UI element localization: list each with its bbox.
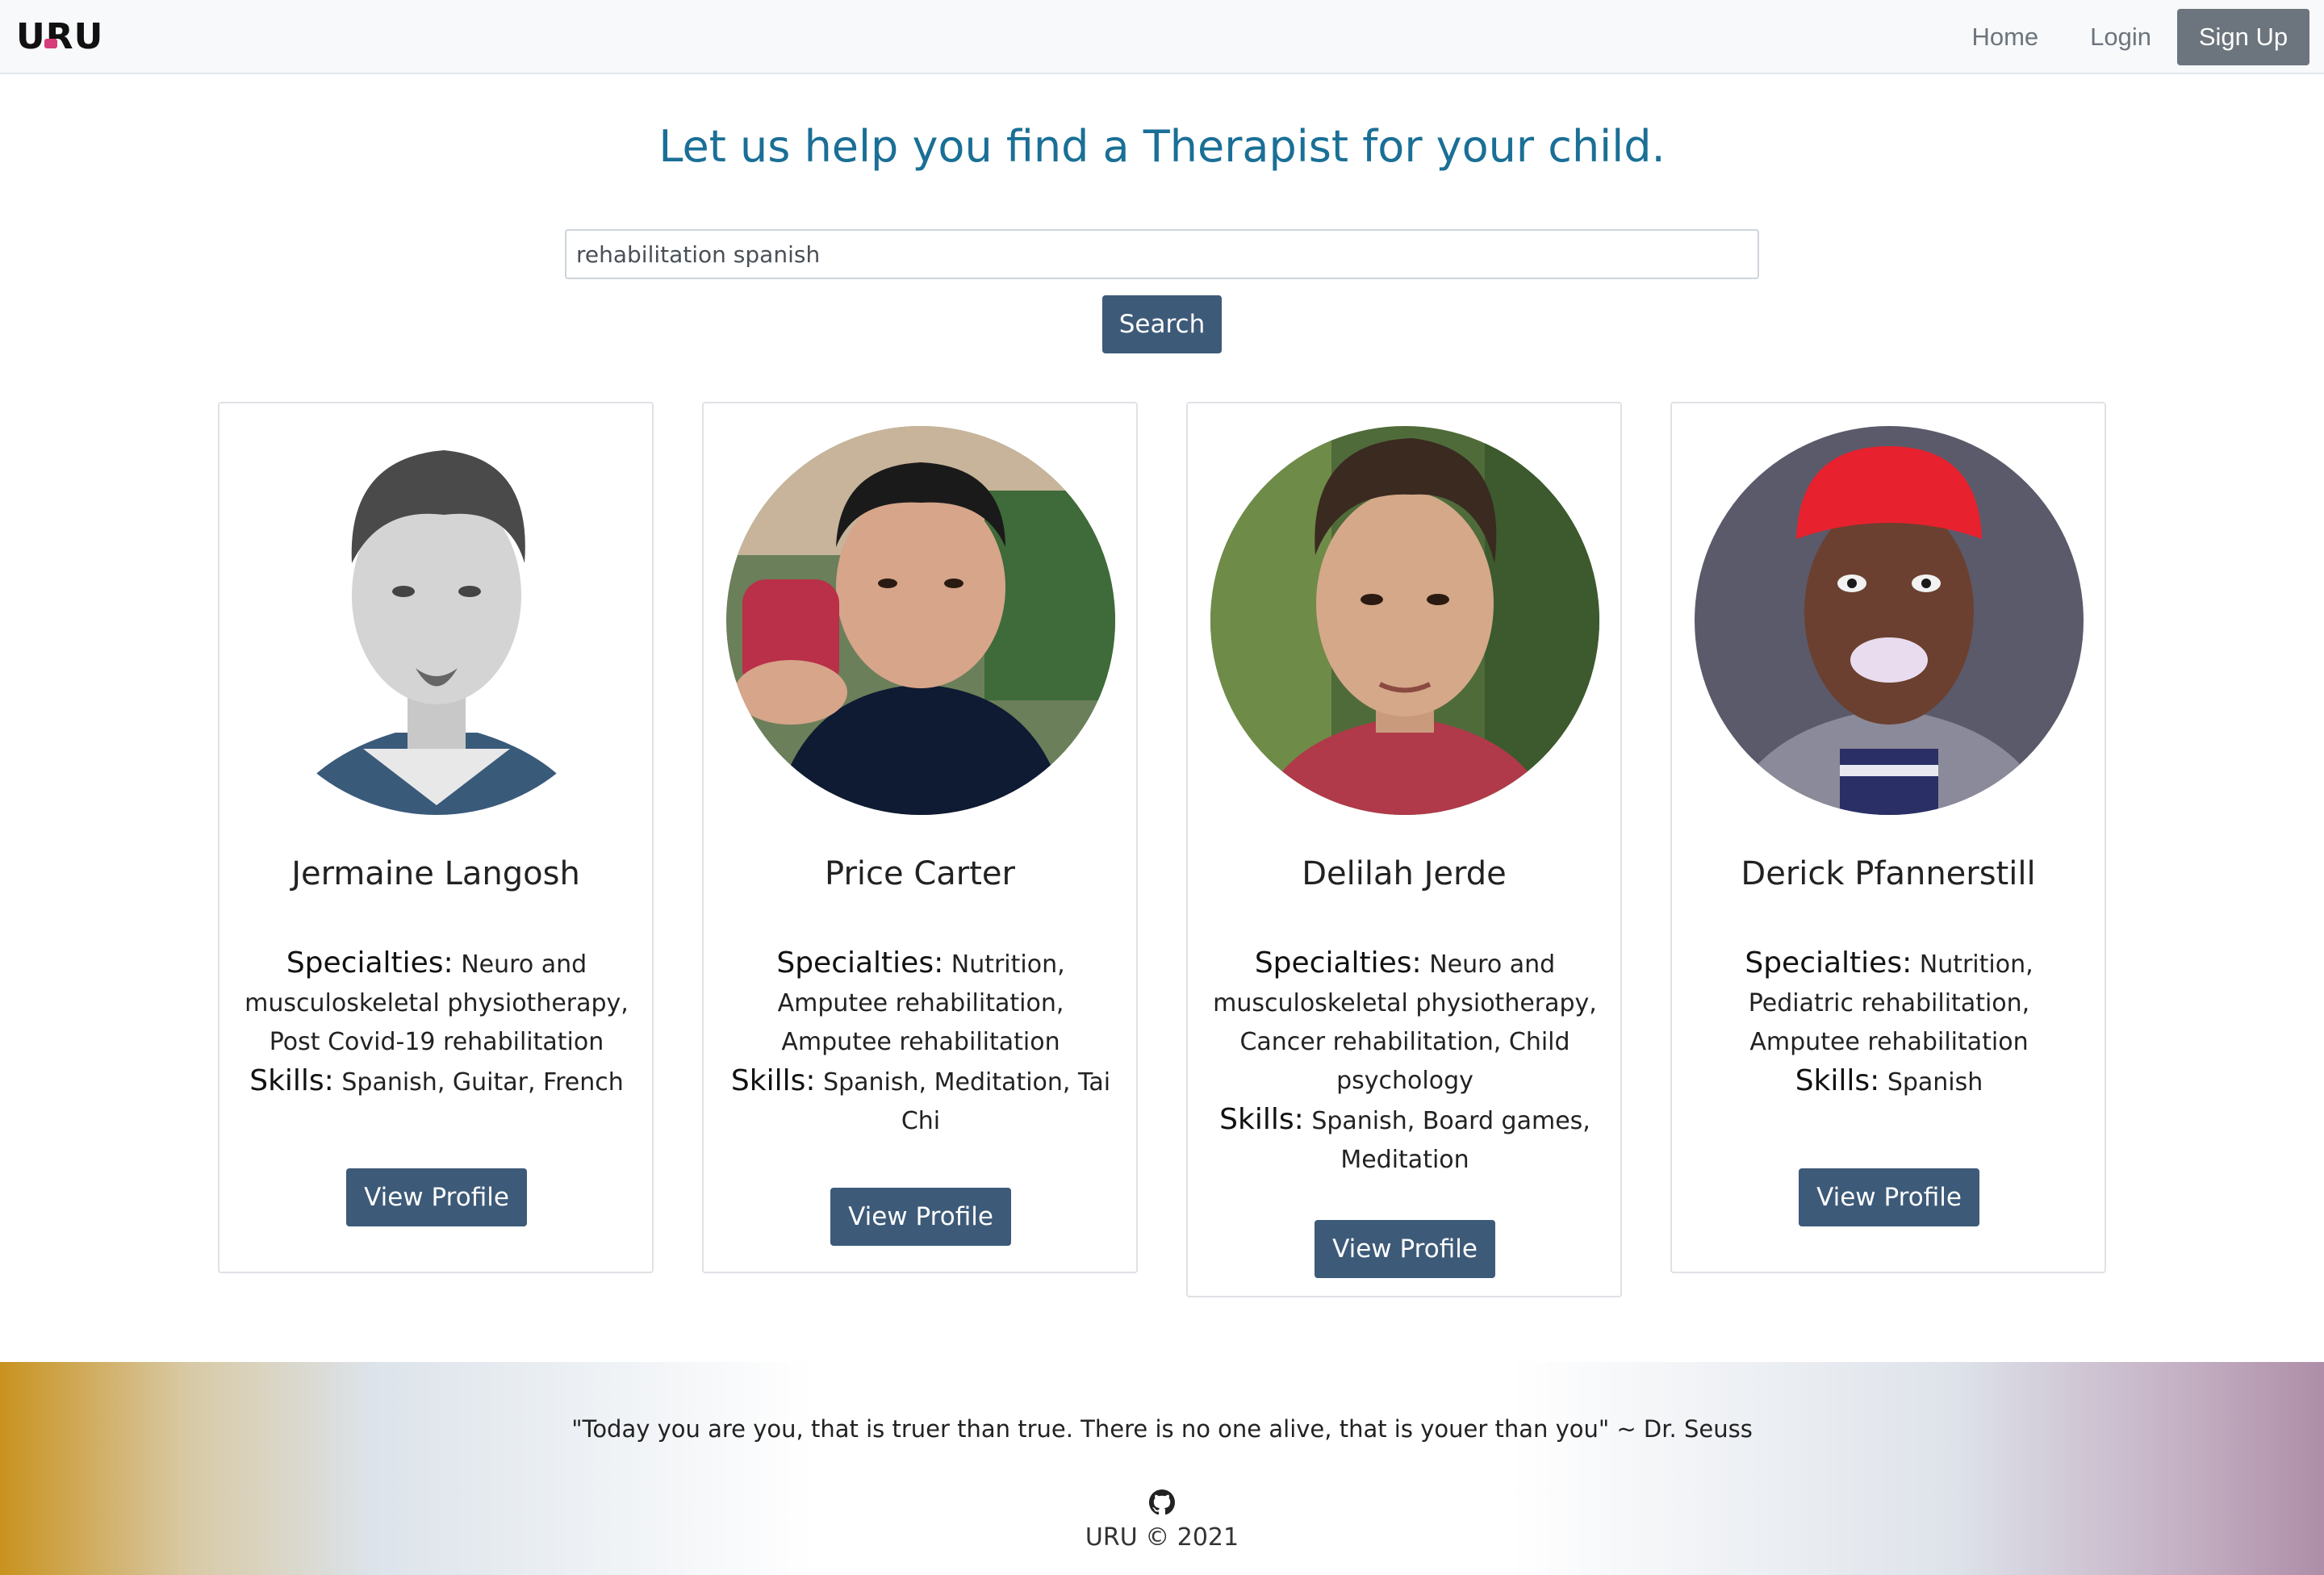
github-icon[interactable] <box>1149 1489 1175 1515</box>
skills-value: Spanish, Board games, Meditation <box>1311 1107 1590 1174</box>
search-button[interactable]: Search <box>1102 295 1222 353</box>
specialties-label: Specialties: <box>286 946 454 980</box>
therapist-details: Specialties: Nutrition, Pediatric rehabi… <box>1695 944 2084 1102</box>
therapist-avatar <box>1695 426 2084 815</box>
therapist-name: Price Carter <box>825 855 1015 892</box>
signup-button[interactable]: Sign Up <box>2177 9 2309 65</box>
therapist-avatar <box>242 426 631 815</box>
brand-accent-mark <box>44 38 57 48</box>
therapist-avatar <box>726 426 1115 815</box>
therapist-avatar <box>1210 426 1599 815</box>
view-profile-button[interactable]: View Profile <box>1799 1168 1979 1226</box>
search-input[interactable] <box>565 229 1759 279</box>
therapist-card: Price Carter Specialties: Nutrition, Amp… <box>702 402 1138 1273</box>
therapist-details: Specialties: Nutrition, Amputee rehabili… <box>726 944 1115 1141</box>
specialties-label: Specialties: <box>1254 946 1422 980</box>
therapist-details: Specialties: Neuro and musculoskeletal p… <box>1210 944 1599 1180</box>
nav-links: Home Login Sign Up <box>1946 8 2309 66</box>
therapist-name: Derick Pfannerstill <box>1741 855 2036 892</box>
therapist-card: Delilah Jerde Specialties: Neuro and mus… <box>1186 402 1622 1297</box>
page-title: Let us help you find a Therapist for you… <box>658 121 1666 172</box>
footer-quote: "Today you are you, that is truer than t… <box>571 1415 1753 1443</box>
skills-label: Skills: <box>1795 1064 1880 1097</box>
therapist-card: Derick Pfannerstill Specialties: Nutriti… <box>1670 402 2106 1273</box>
therapist-name: Delilah Jerde <box>1302 855 1507 892</box>
view-profile-button[interactable]: View Profile <box>830 1188 1011 1246</box>
therapist-details: Specialties: Neuro and musculoskeletal p… <box>242 944 631 1102</box>
nav-home-link[interactable]: Home <box>1946 23 2064 52</box>
brand-text: URU <box>16 15 104 57</box>
skills-value: Spanish, Meditation, Tai Chi <box>823 1068 1111 1135</box>
therapist-card: Jermaine Langosh Specialties: Neuro and … <box>218 402 654 1273</box>
view-profile-button[interactable]: View Profile <box>1315 1220 1495 1278</box>
navbar: URU Home Login Sign Up <box>0 0 2324 74</box>
brand-logo: URU <box>16 16 103 57</box>
specialties-label: Specialties: <box>1745 946 1912 980</box>
footer: "Today you are you, that is truer than t… <box>0 1362 2324 1575</box>
skills-value: Spanish <box>1887 1068 1983 1097</box>
nav-login-link[interactable]: Login <box>2064 23 2177 52</box>
skills-label: Skills: <box>730 1064 816 1097</box>
therapist-name: Jermaine Langosh <box>291 855 580 892</box>
specialties-label: Specialties: <box>776 946 944 980</box>
skills-value: Spanish, Guitar, French <box>341 1068 624 1097</box>
footer-copyright: URU © 2021 <box>1085 1523 1239 1552</box>
view-profile-button[interactable]: View Profile <box>346 1168 527 1226</box>
brand-logo-link[interactable]: URU <box>16 16 103 57</box>
skills-label: Skills: <box>249 1064 334 1097</box>
skills-label: Skills: <box>1219 1103 1304 1136</box>
